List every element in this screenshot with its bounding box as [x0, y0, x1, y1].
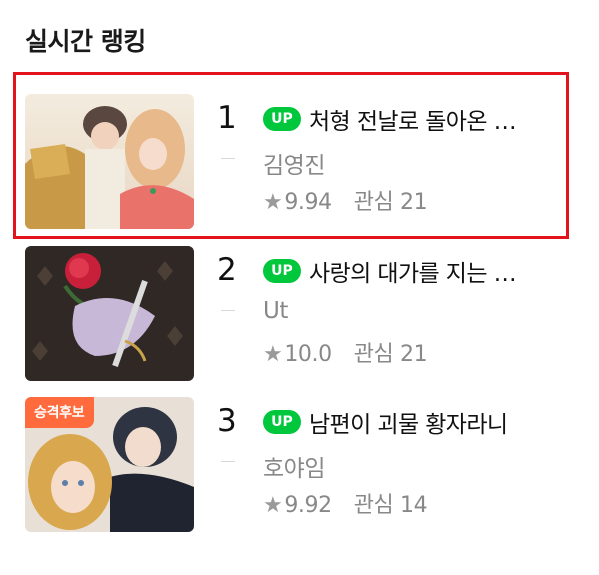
rank-change-indicator	[221, 158, 235, 159]
ranking-item-3[interactable]: 승격후보 3 UP 남편이 괴물 황자라니 호야임 ★9.92 관심 14	[25, 397, 565, 532]
author-name: Ut	[263, 298, 288, 324]
webtoon-title[interactable]: 사랑의 대가를 지는 …	[309, 254, 565, 288]
star-icon: ★	[263, 342, 283, 367]
item-meta: ★9.94 관심 21	[263, 184, 428, 216]
author-name: 호야임	[263, 456, 325, 482]
thumbnail-image[interactable]: 승격후보	[25, 397, 194, 532]
webtoon-title[interactable]: 남편이 괴물 황자라니	[309, 405, 565, 439]
rank-number: 3	[217, 403, 237, 439]
section-title: 실시간 랭킹	[25, 27, 146, 56]
star-icon: ★	[263, 190, 283, 215]
rank-change-indicator	[221, 310, 235, 311]
interest-label: 관심	[353, 342, 394, 367]
up-badge: UP	[263, 259, 301, 283]
rating-value: 9.94	[284, 190, 332, 215]
interest-label: 관심	[353, 190, 394, 215]
up-badge: UP	[263, 410, 301, 434]
item-meta: ★10.0 관심 21	[263, 336, 428, 368]
thumbnail-image[interactable]	[25, 246, 194, 381]
rank-change-indicator	[221, 461, 235, 462]
interest-count: 21	[400, 342, 428, 367]
item-meta: ★9.92 관심 14	[263, 487, 428, 519]
rating-value: 10.0	[284, 342, 332, 367]
thumbnail-image[interactable]	[25, 94, 194, 229]
rank-number: 2	[217, 252, 237, 288]
promo-badge: 승격후보	[25, 397, 95, 428]
author-name: 김영진	[263, 153, 325, 179]
up-badge: UP	[263, 107, 301, 131]
star-icon: ★	[263, 493, 283, 518]
interest-count: 21	[400, 190, 428, 215]
interest-count: 14	[400, 493, 428, 518]
ranking-item-1[interactable]: 1 UP 처형 전날로 돌아온 … 김영진 ★9.94 관심 21	[25, 94, 565, 229]
rank-number: 1	[217, 100, 237, 136]
interest-label: 관심	[353, 493, 394, 518]
ranking-item-2[interactable]: 2 UP 사랑의 대가를 지는 … Ut ★10.0 관심 21	[25, 246, 565, 381]
webtoon-title[interactable]: 처형 전날로 돌아온 …	[309, 102, 565, 136]
rating-value: 9.92	[284, 493, 332, 518]
